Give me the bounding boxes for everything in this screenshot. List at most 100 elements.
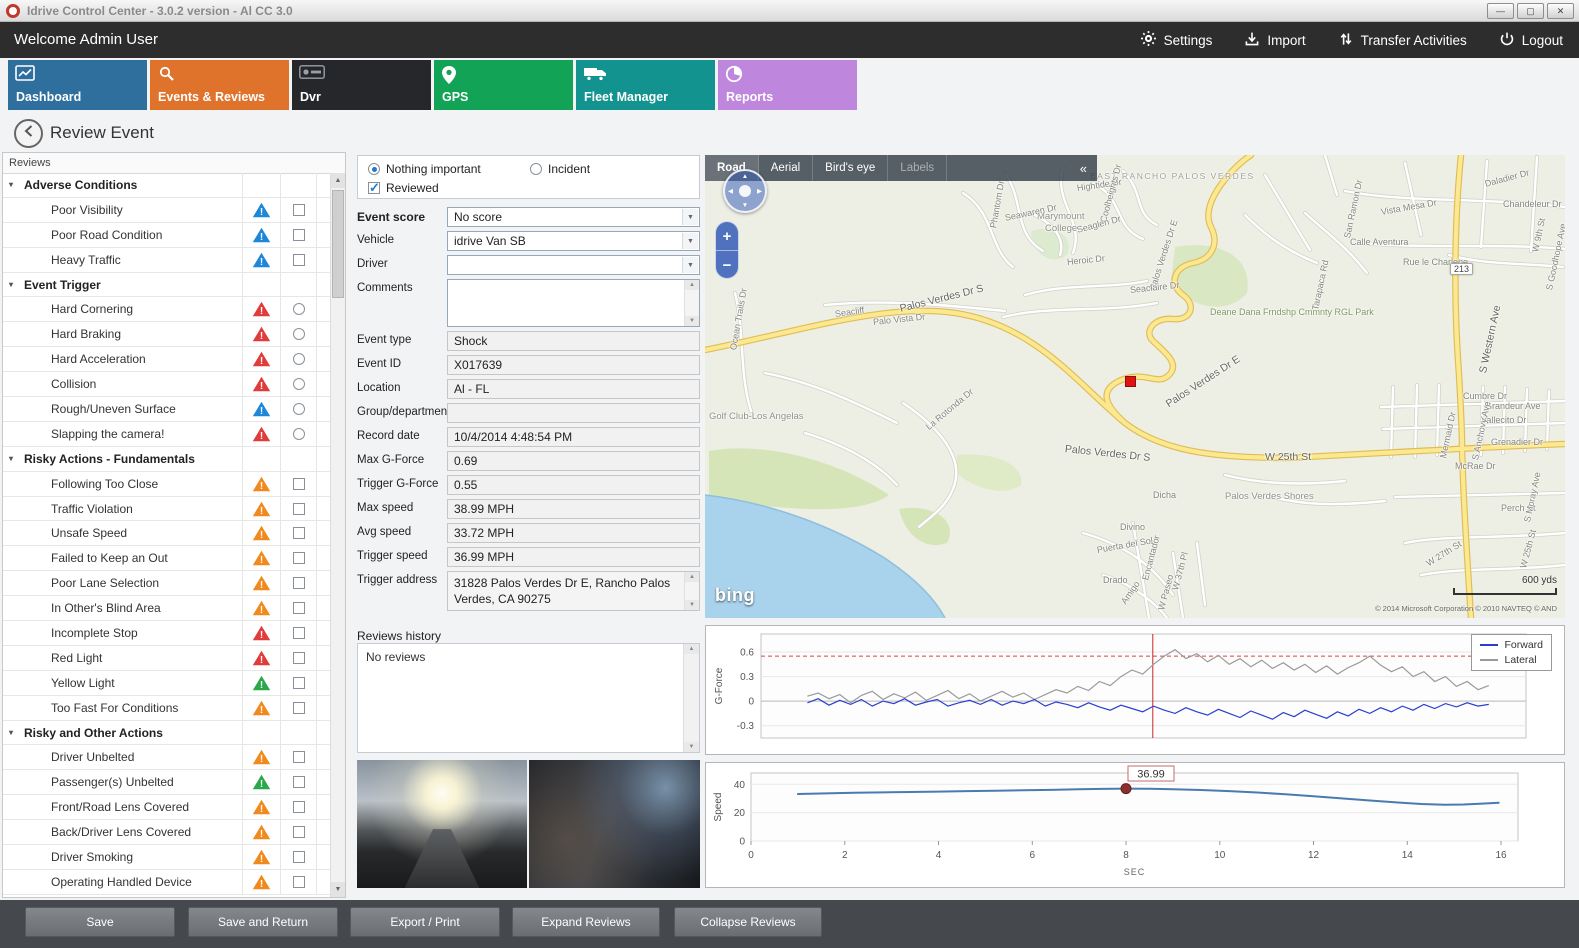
front-road-camera-thumbnail[interactable] (357, 760, 527, 888)
map-compass-control[interactable]: ▲ ▼ ◀ ▶ (723, 169, 767, 213)
following-too-close-checkbox[interactable] (293, 478, 305, 490)
scroll-down-icon[interactable]: ▼ (331, 882, 345, 897)
pan-east-icon[interactable]: ▶ (757, 187, 762, 195)
reviews-history-scrollbar[interactable]: ▲ ▼ (683, 644, 699, 752)
front-road-lens-covered-checkbox[interactable] (293, 801, 305, 813)
scroll-up-icon[interactable]: ▲ (331, 173, 345, 188)
scroll-down-icon[interactable]: ▼ (684, 742, 699, 752)
expand-reviews-button[interactable]: Expand Reviews (512, 907, 660, 937)
save-button[interactable]: Save (25, 907, 175, 937)
operating-handled-device-checkbox[interactable] (293, 876, 305, 888)
red-light-checkbox[interactable] (293, 652, 305, 664)
maximize-button[interactable]: ▢ (1517, 3, 1544, 19)
bing-map[interactable]: EAST RANCHO PALOS VERDESMarymountCollege… (705, 155, 1565, 618)
slapping-the-camera-radio[interactable] (293, 428, 305, 440)
transfer-activities-button[interactable]: Transfer Activities (1338, 31, 1467, 50)
group-collapse-icon[interactable]: ▾ (9, 280, 19, 289)
hard-cornering-radio[interactable] (293, 303, 305, 315)
field-scrollbar[interactable]: ▲▼ (684, 572, 699, 610)
checkbox-checked-icon[interactable] (368, 182, 380, 194)
back-button[interactable] (14, 119, 43, 148)
trigger-address-field[interactable]: 31828 Palos Verdes Dr E, Rancho Palos Ve… (447, 571, 700, 611)
back-driver-lens-covered-checkbox[interactable] (293, 826, 305, 838)
group-department-field[interactable] (447, 403, 700, 423)
vehicle-select[interactable]: idrive Van SB▼ (447, 231, 700, 251)
event-score-select[interactable]: No score▼ (447, 207, 700, 227)
location-field[interactable]: Al - FL (447, 379, 700, 399)
map-view-aerial-button[interactable]: Aerial (759, 155, 813, 181)
tab-dvr[interactable]: Dvr (292, 60, 431, 110)
zoom-in-button[interactable]: + (716, 222, 738, 250)
comments-textarea[interactable]: ▲▼ (447, 279, 700, 327)
pan-north-icon[interactable]: ▲ (742, 173, 748, 180)
driver-select[interactable]: ▼ (447, 255, 700, 275)
map-view-labels-button[interactable]: Labels (888, 155, 947, 181)
radio-icon[interactable] (530, 163, 542, 175)
map-view-bird-s-eye-button[interactable]: Bird's eye (813, 155, 888, 181)
traffic-violation-checkbox[interactable] (293, 503, 305, 515)
scroll-up-icon[interactable]: ▲ (684, 644, 699, 654)
poor-lane-selection-checkbox[interactable] (293, 577, 305, 589)
pan-west-icon[interactable]: ◀ (728, 187, 733, 195)
too-fast-for-conditions-checkbox[interactable] (293, 702, 305, 714)
group-collapse-icon[interactable]: ▾ (9, 728, 19, 737)
heavy-traffic-checkbox[interactable] (293, 254, 305, 266)
scroll-down-icon[interactable]: ▼ (685, 600, 699, 610)
field-scrollbar[interactable]: ▲▼ (684, 280, 699, 326)
tab-gps[interactable]: GPS (434, 60, 573, 110)
group-collapse-icon[interactable]: ▾ (9, 454, 19, 463)
tab-fleet-manager[interactable]: Fleet Manager (576, 60, 715, 110)
max-g-force-field[interactable]: 0.69 (447, 451, 700, 471)
export-print-button[interactable]: Export / Print (350, 907, 500, 937)
avg-speed-field[interactable]: 33.72 MPH (447, 523, 700, 543)
nothing-important-option[interactable]: Nothing important (368, 162, 481, 176)
import-button[interactable]: Import (1244, 31, 1305, 50)
yellow-light-checkbox[interactable] (293, 677, 305, 689)
incident-option[interactable]: Incident (530, 162, 590, 176)
passenger-s-unbelted-checkbox[interactable] (293, 776, 305, 788)
minimize-button[interactable]: — (1487, 3, 1514, 19)
reviewed-option[interactable]: Reviewed (368, 181, 439, 195)
scroll-up-icon[interactable]: ▲ (685, 572, 699, 582)
incomplete-stop-checkbox[interactable] (293, 627, 305, 639)
trigger-g-force-field[interactable]: 0.55 (447, 475, 700, 495)
reviews-scrollbar[interactable]: ▲ ▼ (330, 173, 345, 897)
scroll-down-icon[interactable]: ▼ (685, 316, 699, 326)
trigger-speed-field[interactable]: 36.99 MPH (447, 547, 700, 567)
pan-south-icon[interactable]: ▼ (742, 202, 748, 209)
record-date-field[interactable]: 10/4/2014 4:48:54 PM (447, 427, 700, 447)
in-other-s-blind-area-checkbox[interactable] (293, 602, 305, 614)
field-label: Group/department (357, 403, 447, 423)
driver-unbelted-checkbox[interactable] (293, 751, 305, 763)
event-location-marker[interactable] (1125, 376, 1136, 387)
zoom-out-button[interactable]: − (716, 250, 738, 279)
reviews-history-list[interactable]: No reviews ▲ ▼ (357, 643, 700, 753)
scroll-up-icon[interactable]: ▲ (685, 280, 699, 290)
logout-button[interactable]: Logout (1499, 31, 1563, 50)
event-type-field[interactable]: Shock (447, 331, 700, 351)
collapse-reviews-button[interactable]: Collapse Reviews (674, 907, 822, 937)
max-speed-field[interactable]: 38.99 MPH (447, 499, 700, 519)
tab-dashboard[interactable]: Dashboard (8, 60, 147, 110)
failed-to-keep-an-out-checkbox[interactable] (293, 552, 305, 564)
driver-cabin-camera-thumbnail[interactable] (529, 760, 700, 888)
driver-smoking-checkbox[interactable] (293, 851, 305, 863)
scrollbar-thumb[interactable] (332, 190, 344, 298)
group-collapse-icon[interactable]: ▾ (9, 180, 19, 189)
poor-road-condition-checkbox[interactable] (293, 229, 305, 241)
hard-acceleration-radio[interactable] (293, 353, 305, 365)
review-row-label: Rough/Uneven Surface (3, 397, 242, 421)
radio-selected-icon[interactable] (368, 163, 380, 175)
close-button[interactable]: ✕ (1547, 3, 1574, 19)
collision-radio[interactable] (293, 378, 305, 390)
hard-braking-radio[interactable] (293, 328, 305, 340)
tab-reports[interactable]: Reports (718, 60, 857, 110)
unsafe-speed-checkbox[interactable] (293, 527, 305, 539)
settings-button[interactable]: Settings (1140, 30, 1213, 50)
tab-events-reviews[interactable]: Events & Reviews (150, 60, 289, 110)
event-id-field[interactable]: X017639 (447, 355, 700, 375)
map-toolbar-collapse-button[interactable]: « (1070, 161, 1097, 176)
rough-uneven-surface-radio[interactable] (293, 403, 305, 415)
poor-visibility-checkbox[interactable] (293, 204, 305, 216)
save-and-return-button[interactable]: Save and Return (188, 907, 338, 937)
